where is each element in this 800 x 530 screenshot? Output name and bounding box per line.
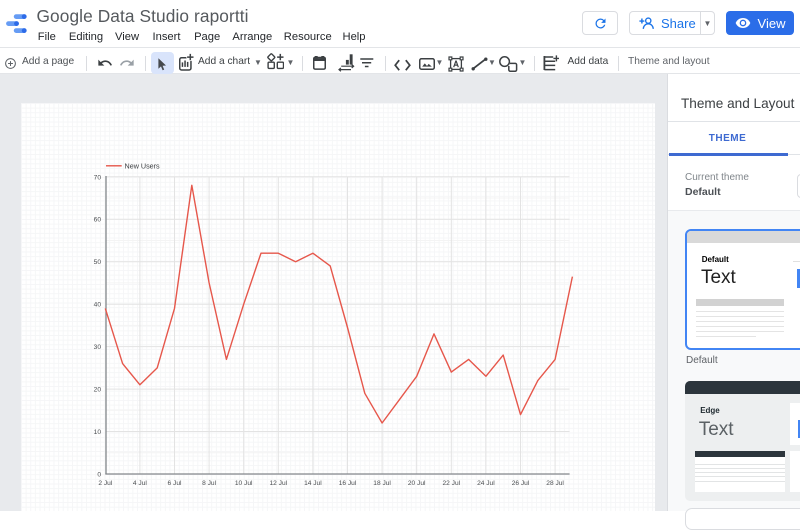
svg-text:16 Jul: 16 Jul — [339, 480, 357, 487]
svg-text:12 Jul: 12 Jul — [269, 480, 287, 487]
svg-text:10 Jul: 10 Jul — [235, 480, 253, 487]
svg-text:28 Jul: 28 Jul — [546, 480, 564, 487]
svg-text:20: 20 — [94, 387, 102, 394]
svg-text:60: 60 — [94, 217, 102, 224]
svg-text:24 Jul: 24 Jul — [477, 480, 495, 487]
svg-text:10: 10 — [94, 429, 102, 436]
svg-text:New Users: New Users — [125, 161, 161, 170]
svg-text:50: 50 — [94, 259, 102, 266]
svg-text:6 Jul: 6 Jul — [168, 480, 182, 487]
svg-text:26 Jul: 26 Jul — [512, 480, 530, 487]
svg-text:22 Jul: 22 Jul — [442, 480, 460, 487]
svg-text:4 Jul: 4 Jul — [133, 480, 147, 487]
svg-text:14 Jul: 14 Jul — [304, 480, 322, 487]
svg-text:0: 0 — [97, 472, 101, 479]
svg-text:40: 40 — [94, 302, 102, 309]
svg-text:20 Jul: 20 Jul — [408, 480, 426, 487]
svg-text:2 Jul: 2 Jul — [98, 480, 112, 487]
svg-text:30: 30 — [94, 344, 102, 351]
svg-text:18 Jul: 18 Jul — [373, 480, 391, 487]
svg-text:8 Jul: 8 Jul — [202, 480, 216, 487]
svg-text:70: 70 — [94, 174, 102, 181]
